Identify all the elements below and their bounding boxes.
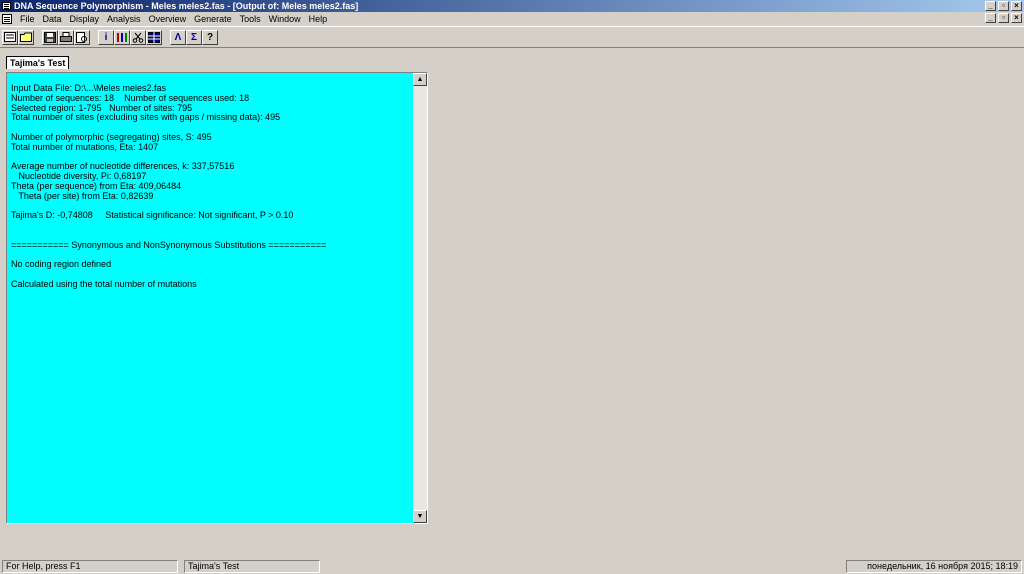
print-preview-icon — [76, 31, 87, 43]
child-window-buttons: _ ▫ × — [985, 12, 1022, 23]
floppy-icon — [44, 31, 56, 43]
scissors-icon — [132, 32, 144, 43]
sequence-button[interactable] — [114, 29, 130, 45]
menu-file[interactable]: File — [16, 12, 39, 26]
scroll-up-button[interactable]: ▲ — [413, 73, 427, 86]
lambda-icon: Λ — [174, 31, 182, 43]
status-bar: For Help, press F1 Tajima's Test понедел… — [0, 558, 1024, 574]
grid-icon — [148, 31, 160, 43]
vertical-scrollbar[interactable]: ▲ ▼ — [413, 73, 427, 523]
output-panel: Input Data File: D:\...\Meles meles2.fas… — [6, 72, 428, 524]
status-current-test: Tajima's Test — [184, 559, 320, 573]
menu-data[interactable]: Data — [39, 12, 66, 26]
help-icon: ? — [206, 31, 214, 43]
output-line: No coding region defined — [11, 259, 112, 270]
status-datetime: понедельник, 16 ноября 2015; 18:19 — [846, 559, 1022, 573]
new-file-button[interactable] — [2, 29, 18, 45]
output-line: Total number of sites (excluding sites w… — [11, 112, 281, 123]
output-line: Calculated using the total number of mut… — [11, 278, 197, 289]
title-bar: DNA Sequence Polymorphism - Meles meles2… — [0, 0, 1024, 12]
new-file-icon — [4, 32, 16, 42]
child-restore-button[interactable]: ▫ — [998, 13, 1009, 23]
grid-button[interactable] — [146, 29, 162, 45]
output-text[interactable]: Input Data File: D:\...\Meles meles2.fas… — [7, 73, 413, 523]
menu-tools[interactable]: Tools — [236, 12, 265, 26]
document-icon[interactable] — [2, 14, 12, 24]
menu-overview[interactable]: Overview — [145, 12, 191, 26]
menu-bar: File Data Display Analysis Overview Gene… — [0, 12, 1024, 26]
printer-icon — [60, 31, 72, 42]
app-icon[interactable] — [2, 2, 11, 10]
menu-analysis[interactable]: Analysis — [103, 12, 145, 26]
close-button[interactable]: × — [1011, 1, 1022, 11]
menu-display[interactable]: Display — [66, 12, 104, 26]
print-preview-button[interactable] — [74, 29, 90, 45]
sigma-button[interactable]: Σ — [186, 29, 202, 45]
lambda-button[interactable]: Λ — [170, 29, 186, 45]
help-button[interactable]: ? — [202, 29, 218, 45]
child-minimize-button[interactable]: _ — [985, 13, 996, 23]
maximize-button[interactable]: ▫ — [998, 1, 1009, 11]
info-icon: i — [104, 31, 108, 43]
open-file-button[interactable] — [18, 29, 34, 45]
cut-button[interactable] — [130, 29, 146, 45]
folder-icon — [20, 32, 32, 42]
info-button[interactable]: i — [98, 29, 114, 45]
tab-tajimas-test[interactable]: Tajima's Test — [6, 56, 70, 69]
output-line: Total number of mutations, Eta: 1407 — [11, 141, 159, 152]
output-line: =========== Synonymous and NonSynonymous… — [11, 239, 327, 250]
output-line: Tajima's D: -0,74808 Statistical signifi… — [11, 210, 294, 221]
child-close-button[interactable]: × — [1011, 13, 1022, 23]
scroll-down-button[interactable]: ▼ — [413, 510, 427, 523]
tab-strip: Tajima's Test — [6, 56, 70, 69]
bars-icon — [117, 32, 127, 42]
output-line: Theta (per site) from Eta: 0,82639 — [11, 190, 154, 201]
status-help: For Help, press F1 — [2, 559, 178, 573]
menu-generate[interactable]: Generate — [190, 12, 236, 26]
menu-window[interactable]: Window — [265, 12, 305, 26]
menu-help[interactable]: Help — [305, 12, 332, 26]
window-title: DNA Sequence Polymorphism - Meles meles2… — [14, 1, 359, 11]
toolbar: i Λ Σ ? — [0, 26, 1024, 48]
print-button[interactable] — [58, 29, 74, 45]
sigma-icon: Σ — [190, 31, 197, 43]
save-button[interactable] — [42, 29, 58, 45]
minimize-button[interactable]: _ — [985, 1, 996, 11]
